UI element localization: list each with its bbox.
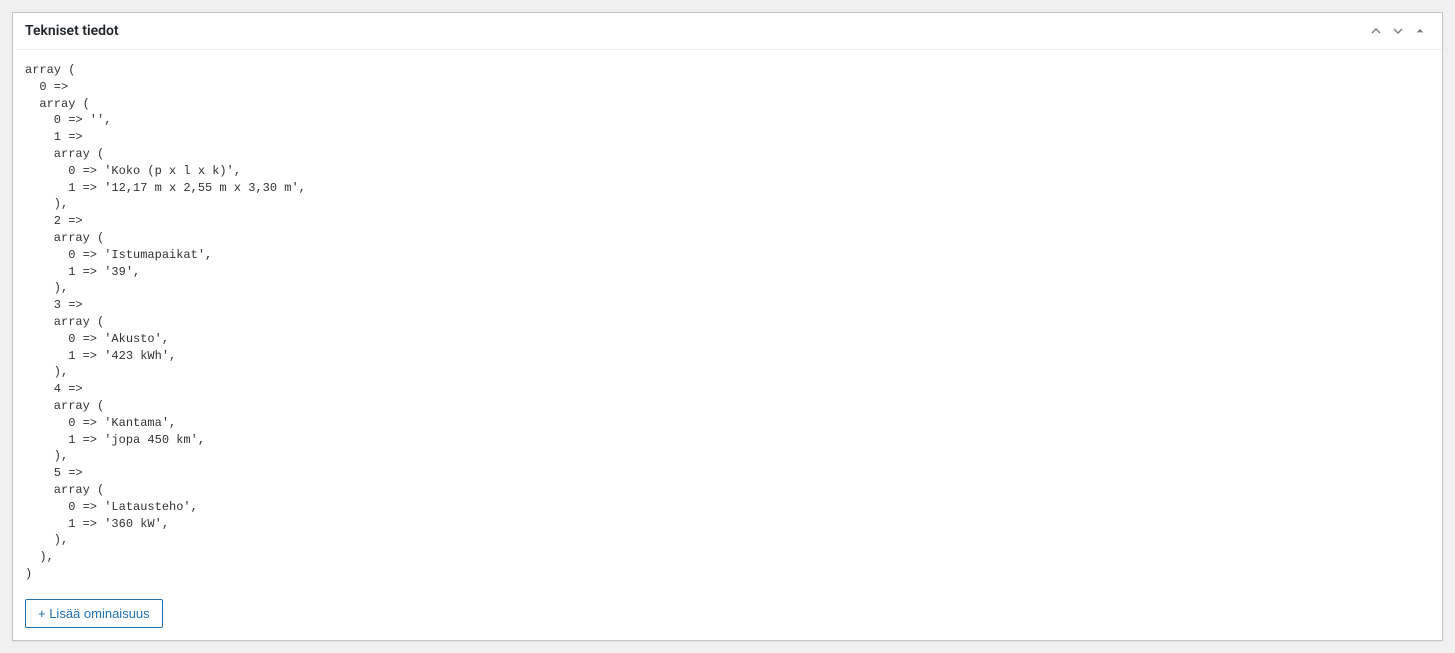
metabox-body: array ( 0 => array ( 0 => '', 1 => array… bbox=[13, 50, 1442, 640]
toggle-collapse-button[interactable] bbox=[1410, 21, 1430, 41]
metabox-title: Tekniset tiedot bbox=[25, 23, 119, 39]
caret-up-icon bbox=[1412, 23, 1428, 39]
metabox-controls bbox=[1366, 21, 1430, 41]
move-down-button[interactable] bbox=[1388, 21, 1408, 41]
chevron-up-icon bbox=[1368, 23, 1384, 39]
metabox-tekniset-tiedot: Tekniset tiedot array ( 0 => array ( 0 =… bbox=[12, 12, 1443, 641]
add-property-button[interactable]: + Lisää ominaisuus bbox=[25, 599, 163, 628]
chevron-down-icon bbox=[1390, 23, 1406, 39]
metabox-header: Tekniset tiedot bbox=[13, 13, 1442, 50]
move-up-button[interactable] bbox=[1366, 21, 1386, 41]
debug-array-output: array ( 0 => array ( 0 => '', 1 => array… bbox=[25, 62, 1430, 583]
